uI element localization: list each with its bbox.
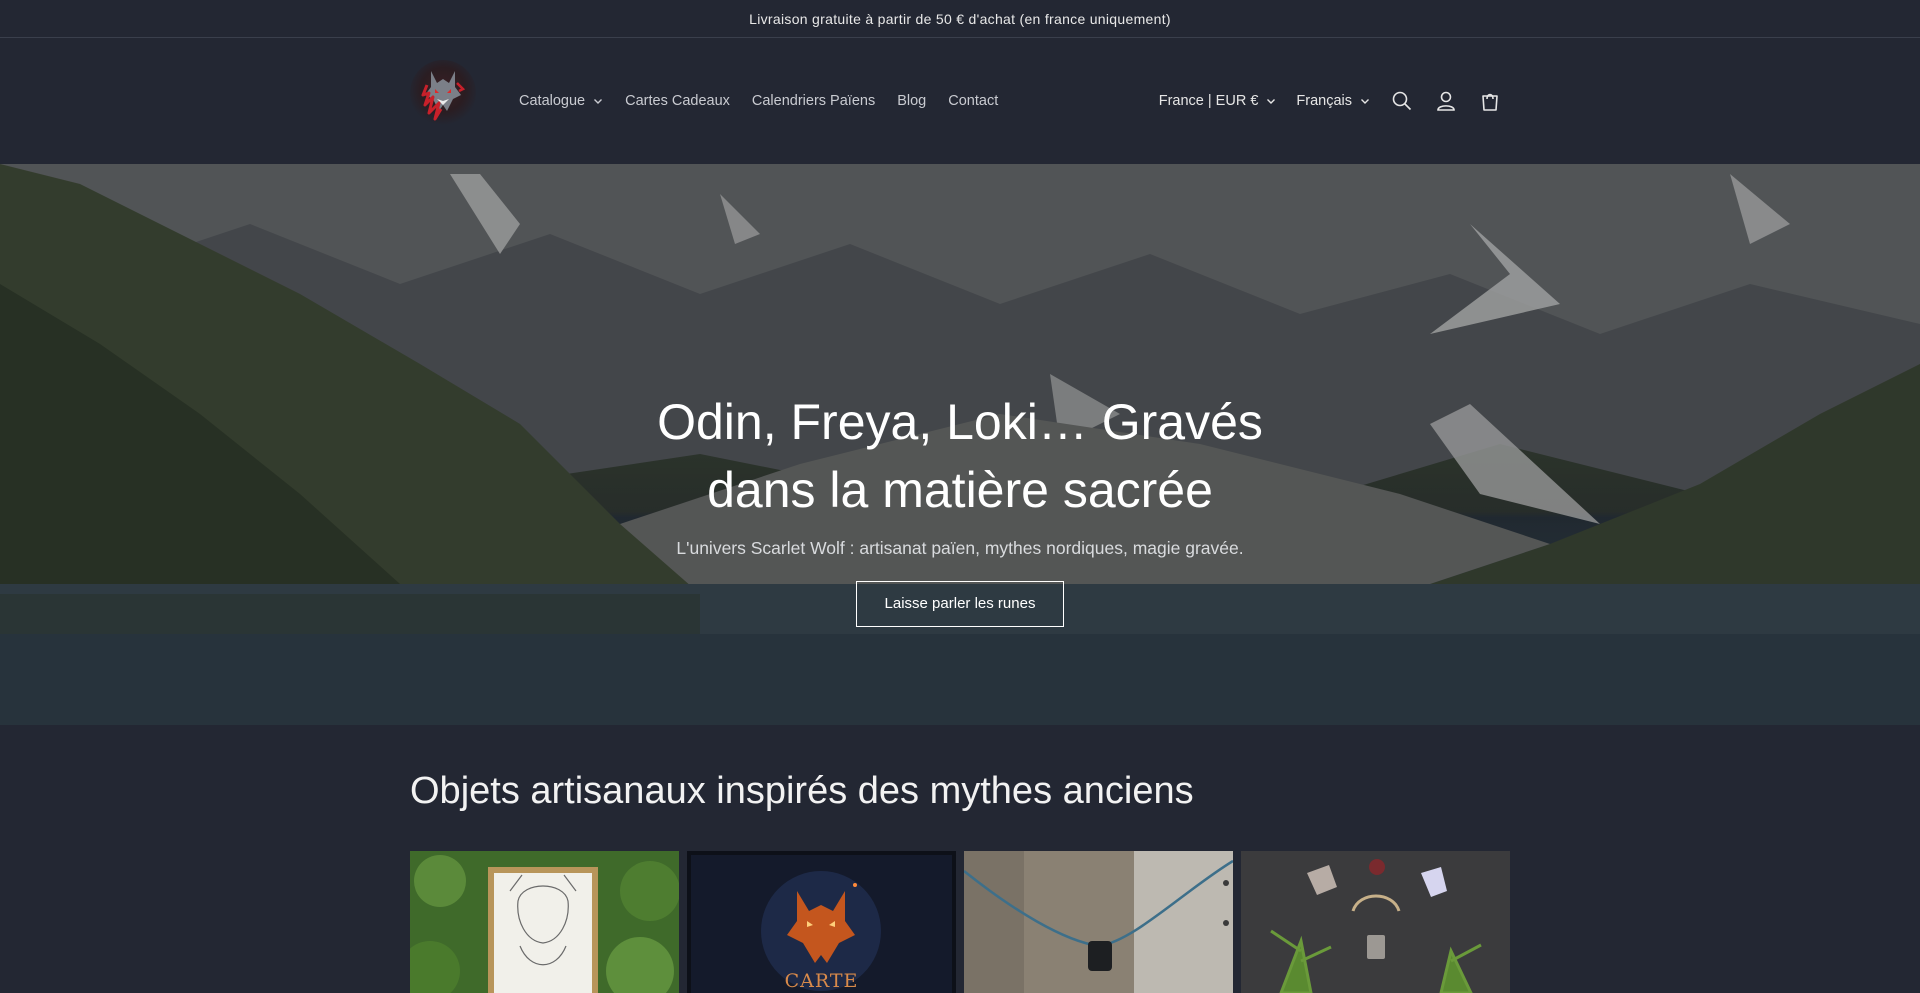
nav-item-label: Blog [897, 93, 927, 109]
framed-drawing-image [410, 851, 679, 993]
logo[interactable] [410, 60, 476, 126]
nav-item-label: Catalogue [519, 93, 586, 109]
announcement-bar: Livraison gratuite à partir de 50 € d'ac… [0, 0, 1920, 38]
country-selector[interactable]: France | EUR € [1149, 85, 1287, 117]
chevron-down-icon [593, 96, 603, 106]
search-icon [1392, 91, 1412, 111]
nav-item-calendriers[interactable]: Calendriers Païens [741, 85, 886, 117]
chevron-down-icon [1360, 96, 1370, 106]
hero-subtitle: L'univers Scarlet Wolf : artisanat païen… [676, 538, 1244, 558]
product-card[interactable]: CARTE [687, 851, 956, 993]
product-card[interactable] [1241, 851, 1510, 993]
language-selector[interactable]: Français [1286, 85, 1380, 117]
cart-button[interactable] [1468, 79, 1512, 123]
nav-item-label: Calendriers Païens [751, 93, 876, 109]
nav-item-blog[interactable]: Blog [886, 85, 937, 117]
announcement-text: Livraison gratuite à partir de 50 € d'ac… [749, 10, 1171, 27]
crystals-herbs-image [1241, 851, 1510, 993]
hero-banner: Odin, Freya, Loki… Gravés dans la matièr… [0, 164, 1920, 725]
nav-item-contact[interactable]: Contact [937, 85, 1009, 117]
country-selector-label: France | EUR € [1158, 93, 1259, 109]
product-grid: CARTE [410, 851, 1510, 993]
product-card[interactable] [410, 851, 679, 993]
wolf-logo-icon [421, 71, 466, 121]
site-header: Catalogue Cartes Cadeaux Calendriers Paï… [0, 38, 1920, 164]
collection-title: Objets artisanaux inspirés des mythes an… [410, 770, 1194, 812]
nav-item-cartes-cadeaux[interactable]: Cartes Cadeaux [614, 85, 741, 117]
nav-item-catalogue[interactable]: Catalogue [508, 85, 614, 117]
product-card[interactable] [964, 851, 1233, 993]
cart-icon [1482, 93, 1498, 111]
search-button[interactable] [1380, 79, 1424, 123]
stone-pendant-image [964, 851, 1233, 993]
nav-item-label: Contact [948, 93, 999, 109]
account-button[interactable] [1424, 79, 1468, 123]
header-tools: France | EUR € Français [1149, 38, 1512, 164]
card-overlay-text: CARTE [784, 970, 859, 992]
language-selector-label: Français [1296, 93, 1352, 109]
hero-content: Odin, Freya, Loki… Gravés dans la matièr… [0, 388, 1920, 627]
nav-item-label: Cartes Cadeaux [625, 93, 730, 109]
account-icon [1437, 91, 1455, 111]
main-nav: Catalogue Cartes Cadeaux Calendriers Paï… [508, 38, 1009, 164]
hero-cta-button[interactable]: Laisse parler les runes [855, 581, 1065, 627]
hero-title: Odin, Freya, Loki… Gravés dans la matièr… [657, 394, 1263, 518]
chevron-down-icon [1266, 96, 1276, 106]
